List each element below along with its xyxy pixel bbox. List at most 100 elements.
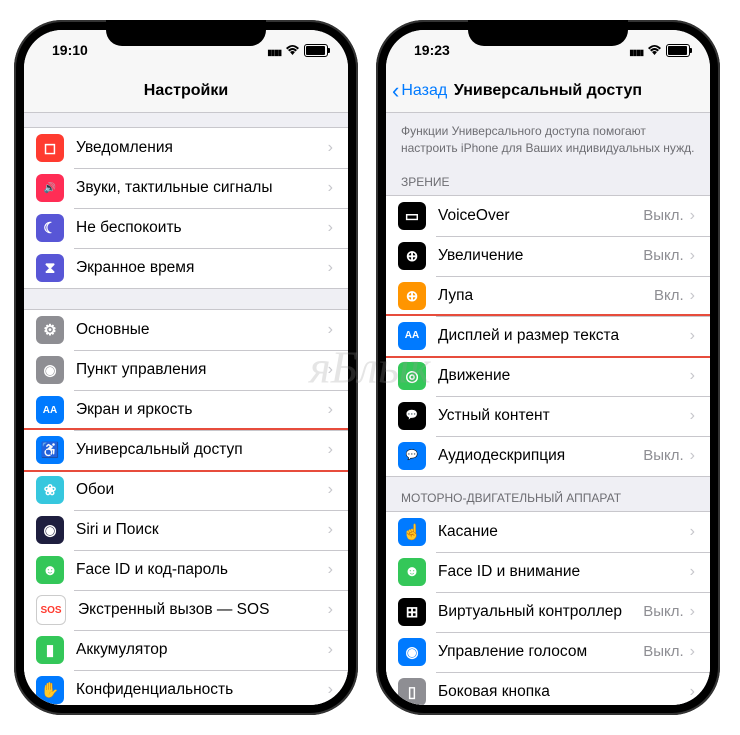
settings-group: ◻Уведомления›🔊Звуки, тактильные сигналы›… [24,127,348,289]
page-title: Настройки [144,82,228,100]
settings-row[interactable]: ⊕ УвеличениеВыкл. › [386,236,710,276]
settings-row[interactable]: ⚙Основные› [24,310,348,350]
chevron-right-icon: › [690,407,695,425]
battery-icon [304,44,328,57]
row-icon: ◎ [398,362,426,390]
row-label: Аккумулятор [76,641,328,659]
signal-icon [629,42,643,58]
settings-row[interactable]: ◎Движение› [386,356,710,396]
row-label: Обои [76,481,328,499]
row-label: Пункт управления [76,361,328,379]
wifi-icon [647,42,662,58]
row-value: Выкл. [643,603,683,620]
settings-row[interactable]: ☝ Касание› [386,512,710,552]
row-icon: 💬 [398,442,426,470]
settings-row[interactable]: SOSЭкстренный вызов — SOS› [24,590,348,630]
row-label: Увеличение [438,247,643,265]
settings-row[interactable]: ▯ Боковая кнопка› [386,672,710,705]
chevron-right-icon: › [690,563,695,581]
row-icon: ☾ [36,214,64,242]
settings-row[interactable]: ▭ VoiceOverВыкл. › [386,196,710,236]
settings-row[interactable]: 💬АудиодескрипцияВыкл.› [386,436,710,476]
chevron-right-icon: › [328,561,333,579]
chevron-right-icon: › [690,207,695,225]
row-label: Экстренный вызов — SOS [78,601,328,619]
row-value: Выкл. [643,207,683,224]
settings-row[interactable]: ☻Face ID и код-пароль› [24,550,348,590]
row-icon: ◉ [398,638,426,666]
row-label: Движение [438,367,690,385]
chevron-right-icon: › [328,481,333,499]
row-label: Боковая кнопка [438,683,690,701]
settings-row[interactable]: ✋Конфиденциальность› [24,670,348,705]
row-label: Основные [76,321,328,339]
chevron-right-icon: › [690,447,695,465]
chevron-right-icon: › [690,523,695,541]
row-icon: ⧗ [36,254,64,282]
settings-row[interactable]: AAЭкран и яркость› [24,390,348,430]
row-icon: AA [398,322,426,350]
wifi-icon [285,42,300,58]
status-indicators [267,42,328,58]
settings-row[interactable]: 🔊Звуки, тактильные сигналы› [24,168,348,208]
settings-row[interactable]: 💬Устный контент› [386,396,710,436]
row-icon: ☝ [398,518,426,546]
row-icon: ⊕ [398,242,426,270]
row-icon: ◉ [36,356,64,384]
chevron-right-icon: › [690,287,695,305]
row-icon: AA [36,396,64,424]
settings-row[interactable]: ◉Управление голосомВыкл.› [386,632,710,672]
row-icon: ◉ [36,516,64,544]
status-time: 19:23 [414,42,450,58]
row-label: Экран и яркость [76,401,328,419]
section-header: МОТОРНО-ДВИГАТЕЛЬНЫЙ АППАРАТ [386,477,710,511]
settings-row[interactable]: ⊕ЛупаВкл.› [386,276,710,316]
settings-row[interactable]: ❀ Обои› [24,470,348,510]
chevron-right-icon: › [690,327,695,345]
row-label: Звуки, тактильные сигналы [76,179,328,197]
settings-row[interactable]: AAДисплей и размер текста› [386,316,710,356]
row-icon: ❀ [36,476,64,504]
row-label: VoiceOver [438,207,643,225]
row-icon: ▭ [398,202,426,230]
chevron-right-icon: › [690,247,695,265]
battery-icon [666,44,690,57]
row-label: Конфиденциальность [76,681,328,699]
row-label: Устный контент [438,407,690,425]
back-label: Назад [401,82,447,100]
row-icon: ✋ [36,676,64,704]
settings-row[interactable]: ◉ Siri и Поиск› [24,510,348,550]
settings-row[interactable]: ☾Не беспокоить› [24,208,348,248]
settings-row[interactable]: ⊞Виртуальный контроллерВыкл.› [386,592,710,632]
screen-right: 19:23 ‹ Назад Универсальный доступ Функц… [386,30,710,705]
page-title: Универсальный доступ [454,82,642,100]
settings-row[interactable]: ◉Пункт управления› [24,350,348,390]
notch [468,20,628,46]
row-icon: ⊞ [398,598,426,626]
row-icon: ⚙ [36,316,64,344]
row-label: Касание [438,523,690,541]
settings-group: ▭VoiceOverВыкл.›⊕УвеличениеВыкл.›⊕ЛупаВк… [386,195,710,477]
settings-row[interactable]: ◻Уведомления› [24,128,348,168]
nav-bar: ‹ Назад Универсальный доступ [386,70,710,113]
row-label: Не беспокоить [76,219,328,237]
row-icon: SOS [36,595,66,625]
row-value: Выкл. [643,247,683,264]
settings-row[interactable]: ▮Аккумулятор› [24,630,348,670]
row-icon: ▯ [398,678,426,705]
settings-row[interactable]: ♿Универсальный доступ› [24,430,348,470]
row-label: Siri и Поиск [76,521,328,539]
chevron-right-icon: › [690,683,695,701]
settings-row[interactable]: ⧗Экранное время› [24,248,348,288]
settings-row[interactable]: ☻ Face ID и внимание› [386,552,710,592]
chevron-right-icon: › [690,603,695,621]
row-label: Face ID и внимание [438,563,690,581]
back-button[interactable]: ‹ Назад [392,78,447,104]
chevron-right-icon: › [690,643,695,661]
signal-icon [267,42,281,58]
settings-list[interactable]: ◻Уведомления›🔊Звуки, тактильные сигналы›… [24,113,348,705]
section-header: ЗРЕНИЕ [386,161,710,195]
accessibility-list[interactable]: Функции Универсального доступа помогают … [386,113,710,705]
chevron-right-icon: › [328,521,333,539]
row-icon: ☻ [398,558,426,586]
